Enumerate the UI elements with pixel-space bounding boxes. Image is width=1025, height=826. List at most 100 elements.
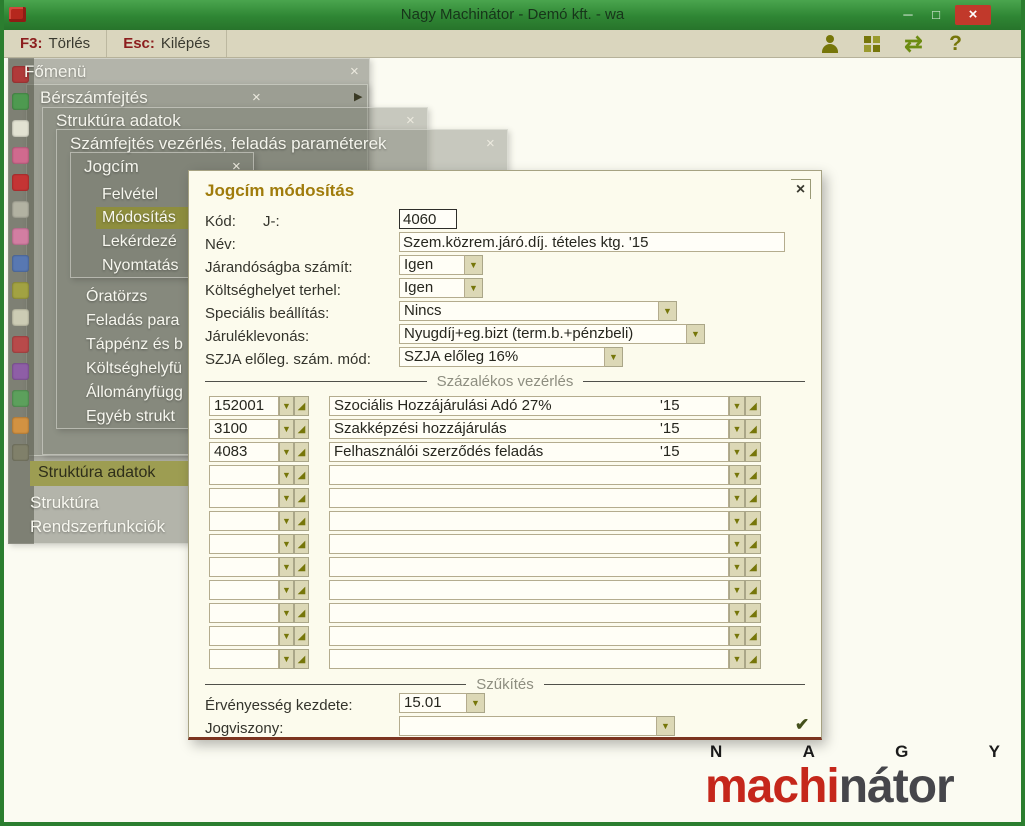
esc-exit-button[interactable]: Esc: Kilépés	[107, 30, 227, 57]
sidebar-icon[interactable]	[12, 147, 29, 164]
menu-item-allomany[interactable]: Állományfügg	[86, 384, 183, 402]
menu-item-struktura-adatok[interactable]: Struktúra adatok	[30, 461, 188, 486]
corner-icon[interactable]: ◢	[745, 396, 761, 416]
sidebar-icon[interactable]	[12, 201, 29, 218]
dropdown-icon[interactable]: ▼	[279, 465, 294, 485]
corner-icon[interactable]: ◢	[294, 534, 309, 554]
transfer-icon[interactable]: ⇄	[900, 32, 927, 56]
dropdown-icon[interactable]: ▼	[279, 419, 294, 439]
close-icon[interactable]: ×	[486, 135, 495, 152]
dropdown-icon[interactable]: ▼	[279, 511, 294, 531]
szja-combo[interactable]: SZJA előleg 16% ▼	[399, 347, 623, 367]
corner-icon[interactable]: ◢	[745, 649, 761, 669]
dropdown-icon[interactable]: ▼	[279, 649, 294, 669]
menu-item-nyomtatas[interactable]: Nyomtatás	[102, 257, 178, 275]
percent-code-combo[interactable]	[209, 603, 279, 623]
corner-icon[interactable]: ◢	[745, 534, 761, 554]
confirm-check-icon[interactable]: ✔	[795, 715, 809, 735]
menu-item-koltseghely[interactable]: Költséghelyfü	[86, 360, 182, 378]
panel-title-struktura-adatok[interactable]: Struktúra adatok	[56, 111, 181, 131]
sidebar-icon[interactable]	[12, 93, 29, 110]
corner-icon[interactable]: ◢	[294, 419, 309, 439]
corner-icon[interactable]: ◢	[745, 511, 761, 531]
corner-icon[interactable]: ◢	[745, 626, 761, 646]
corner-icon[interactable]: ◢	[745, 603, 761, 623]
percent-code-combo[interactable]: 4083	[209, 442, 279, 462]
percent-code-combo[interactable]	[209, 557, 279, 577]
jarandosag-combo[interactable]: Igen ▼	[399, 255, 483, 275]
panel-title-fomenu[interactable]: Főmenü	[24, 62, 86, 82]
menu-item-feladas[interactable]: Feladás para	[86, 312, 179, 330]
close-icon[interactable]: ×	[406, 112, 415, 129]
dropdown-icon[interactable]: ▼	[729, 534, 745, 554]
corner-icon[interactable]: ◢	[745, 442, 761, 462]
f3-delete-button[interactable]: F3: Törlés	[4, 30, 107, 57]
percent-code-combo[interactable]	[209, 580, 279, 600]
sidebar-icon[interactable]	[12, 255, 29, 272]
user-icon[interactable]	[816, 32, 843, 56]
dropdown-icon[interactable]: ▼	[279, 626, 294, 646]
percent-desc-combo[interactable]: Szakképzési hozzájárulás'15	[329, 419, 729, 439]
menu-item-struktura[interactable]: Struktúra	[30, 493, 99, 513]
sidebar-icon[interactable]	[12, 390, 29, 407]
sidebar-icon[interactable]	[12, 444, 29, 461]
percent-code-combo[interactable]: 3100	[209, 419, 279, 439]
dropdown-icon[interactable]: ▼	[465, 278, 483, 298]
percent-code-combo[interactable]: 152001	[209, 396, 279, 416]
close-icon[interactable]: ×	[791, 179, 811, 199]
corner-icon[interactable]: ◢	[294, 465, 309, 485]
dropdown-icon[interactable]: ▼	[729, 488, 745, 508]
percent-code-combo[interactable]	[209, 534, 279, 554]
corner-icon[interactable]: ◢	[745, 419, 761, 439]
close-window-button[interactable]: ×	[955, 5, 991, 25]
dropdown-icon[interactable]: ▼	[729, 603, 745, 623]
percent-desc-combo[interactable]	[329, 465, 729, 485]
sidebar-icon[interactable]	[12, 336, 29, 353]
menu-item-tappenz[interactable]: Táppénz és b	[86, 336, 183, 354]
panel-title-berszamfejtes[interactable]: Bérszámfejtés	[40, 88, 148, 108]
dropdown-icon[interactable]: ▼	[729, 626, 745, 646]
percent-desc-combo[interactable]: Felhasználói szerződés feladás'15	[329, 442, 729, 462]
sidebar-icon[interactable]	[12, 120, 29, 137]
dropdown-icon[interactable]: ▼	[657, 716, 675, 736]
sidebar-icon[interactable]	[12, 417, 29, 434]
menu-item-felvetel[interactable]: Felvétel	[102, 186, 158, 204]
dropdown-icon[interactable]: ▼	[729, 557, 745, 577]
help-icon[interactable]: ?	[942, 32, 969, 56]
percent-desc-combo[interactable]	[329, 649, 729, 669]
dropdown-icon[interactable]: ▼	[729, 419, 745, 439]
percent-code-combo[interactable]	[209, 511, 279, 531]
koltseghely-combo[interactable]: Igen ▼	[399, 278, 483, 298]
corner-icon[interactable]: ◢	[294, 580, 309, 600]
menu-item-egyeb[interactable]: Egyéb strukt	[86, 408, 175, 426]
submenu-arrow-icon[interactable]: ▶	[354, 90, 362, 103]
corner-icon[interactable]: ◢	[294, 603, 309, 623]
corner-icon[interactable]: ◢	[294, 488, 309, 508]
corner-icon[interactable]: ◢	[294, 442, 309, 462]
close-icon[interactable]: ×	[350, 63, 359, 80]
percent-code-combo[interactable]	[209, 488, 279, 508]
maximize-button[interactable]: □	[923, 5, 949, 25]
corner-icon[interactable]: ◢	[294, 649, 309, 669]
sidebar-icon[interactable]	[12, 309, 29, 326]
ervenyesseg-combo[interactable]: 15.01 ▼	[399, 693, 485, 713]
dropdown-icon[interactable]: ▼	[729, 396, 745, 416]
dropdown-icon[interactable]: ▼	[279, 580, 294, 600]
sidebar-icon[interactable]	[12, 228, 29, 245]
dropdown-icon[interactable]: ▼	[279, 488, 294, 508]
menu-item-oratorzs[interactable]: Óratörzs	[86, 288, 147, 306]
sidebar-icon[interactable]	[12, 363, 29, 380]
corner-icon[interactable]: ◢	[294, 557, 309, 577]
dropdown-icon[interactable]: ▼	[729, 465, 745, 485]
percent-desc-combo[interactable]	[329, 534, 729, 554]
sidebar-icon[interactable]	[12, 282, 29, 299]
nev-input[interactable]	[399, 232, 785, 252]
percent-desc-combo[interactable]	[329, 488, 729, 508]
dropdown-icon[interactable]: ▼	[729, 442, 745, 462]
percent-code-combo[interactable]	[209, 465, 279, 485]
percent-desc-combo[interactable]	[329, 626, 729, 646]
dropdown-icon[interactable]: ▼	[729, 511, 745, 531]
corner-icon[interactable]: ◢	[745, 580, 761, 600]
dropdown-icon[interactable]: ▼	[279, 442, 294, 462]
panel-title-szamfejtes[interactable]: Számfejtés vezérlés, feladás paraméterek	[70, 134, 387, 154]
